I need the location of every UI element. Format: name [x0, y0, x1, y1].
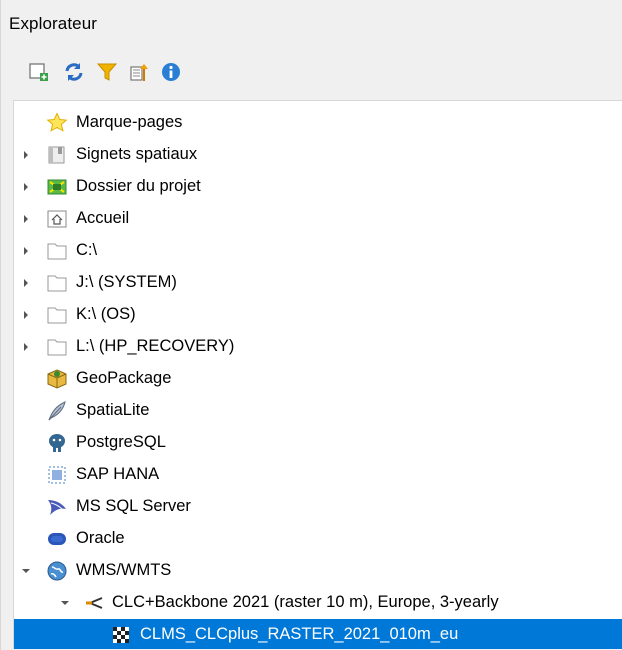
tree-item-label: K:\ (OS): [76, 305, 136, 323]
folder-icon: [46, 304, 68, 326]
geopackage-icon: [46, 368, 68, 390]
tree-item-spatial-bookmarks[interactable]: Signets spatiaux: [14, 139, 622, 171]
tree-item-wms-connection[interactable]: CLC+Backbone 2021 (raster 10 m), Europe,…: [14, 587, 622, 619]
mssql-icon: [46, 496, 68, 518]
tree-item-label: CLC+Backbone 2021 (raster 10 m), Europe,…: [112, 593, 499, 611]
tree-item-label: L:\ (HP_RECOVERY): [76, 337, 235, 355]
tree-item-label: Marque-pages: [76, 113, 183, 131]
expand-arrow-icon[interactable]: [19, 212, 33, 226]
oracle-icon: [46, 528, 68, 550]
tree-item-label: GeoPackage: [76, 369, 172, 387]
tree-item-raster-layer[interactable]: CLMS_CLCplus_RASTER_2021_010m_eu: [14, 619, 622, 649]
tree-item-sap-hana[interactable]: SAP HANA: [14, 459, 622, 491]
tree-item-label: Dossier du projet: [76, 177, 201, 195]
sap-hana-icon: [46, 464, 68, 486]
tree-item-label: C:\: [76, 241, 98, 259]
tree-item-drive-k[interactable]: K:\ (OS): [14, 299, 622, 331]
browser-tree: Marque-pages Signets spatiaux Dossier du…: [13, 100, 622, 649]
postgresql-elephant-icon: [46, 432, 68, 454]
tree-item-label: Signets spatiaux: [76, 145, 198, 163]
tree-item-drive-j[interactable]: J:\ (SYSTEM): [14, 267, 622, 299]
tree-item-drive-l[interactable]: L:\ (HP_RECOVERY): [14, 331, 622, 363]
refresh-icon: [65, 63, 83, 81]
panel-title: Explorateur: [9, 14, 98, 33]
folder-icon: [46, 240, 68, 262]
expand-arrow-icon[interactable]: [19, 276, 33, 290]
wms-globe-icon: [46, 560, 68, 582]
filter-icon: [96, 63, 118, 81]
tree-item-label: PostgreSQL: [76, 433, 166, 451]
expand-arrow-icon[interactable]: [19, 308, 33, 322]
wms-connection-icon: [84, 592, 106, 614]
tree-item-label: MS SQL Server: [76, 497, 191, 515]
tree-item-oracle[interactable]: Oracle: [14, 523, 622, 555]
tree-item-postgresql[interactable]: PostgreSQL: [14, 427, 622, 459]
expand-arrow-icon[interactable]: [19, 180, 33, 194]
expand-arrow-icon[interactable]: [19, 340, 33, 354]
browser-toolbar: [1, 54, 622, 92]
expand-arrow-icon[interactable]: [19, 244, 33, 258]
filter-button[interactable]: [91, 56, 123, 88]
home-folder-icon: [46, 208, 68, 230]
expand-arrow-icon[interactable]: [19, 148, 33, 162]
browser-panel: Explorateur Marque-pages Signets spatiau…: [0, 0, 622, 650]
tree-item-spatialite[interactable]: SpatiaLite: [14, 395, 622, 427]
tree-item-mssql[interactable]: MS SQL Server: [14, 491, 622, 523]
tree-item-project-folder[interactable]: Dossier du projet: [14, 171, 622, 203]
properties-button[interactable]: [155, 56, 187, 88]
tree-item-label: Oracle: [76, 529, 125, 547]
raster-layer-icon: [110, 624, 132, 646]
tree-item-label: SAP HANA: [76, 465, 160, 483]
tree-item-wms-wmts[interactable]: WMS/WMTS: [14, 555, 622, 587]
spatial-bookmarks-icon: [46, 144, 68, 166]
spatialite-feather-icon: [46, 400, 68, 422]
collapse-arrow-icon[interactable]: [19, 564, 33, 578]
refresh-button[interactable]: [58, 56, 90, 88]
tree-item-home[interactable]: Accueil: [14, 203, 622, 235]
tree-item-geopackage[interactable]: GeoPackage: [14, 363, 622, 395]
tree-item-label: SpatiaLite: [76, 401, 150, 419]
collapse-all-icon: [130, 64, 148, 81]
tree-item-label: WMS/WMTS: [76, 561, 172, 579]
tree-item-drive-c[interactable]: C:\: [14, 235, 622, 267]
collapse-all-button[interactable]: [123, 56, 155, 88]
tree-item-label: CLMS_CLCplus_RASTER_2021_010m_eu: [140, 625, 459, 643]
add-layer-icon: [29, 63, 48, 81]
add-layer-button[interactable]: [23, 56, 55, 88]
tree-item-label: Accueil: [76, 209, 130, 227]
properties-info-icon: [162, 63, 180, 81]
collapse-arrow-icon[interactable]: [58, 596, 72, 610]
tree-item-bookmarks[interactable]: Marque-pages: [14, 107, 622, 139]
panel-titlebar: Explorateur: [1, 0, 622, 46]
folder-icon: [46, 336, 68, 358]
project-folder-icon: [46, 176, 68, 198]
star-icon: [46, 112, 68, 134]
folder-icon: [46, 272, 68, 294]
tree-item-label: J:\ (SYSTEM): [76, 273, 177, 291]
